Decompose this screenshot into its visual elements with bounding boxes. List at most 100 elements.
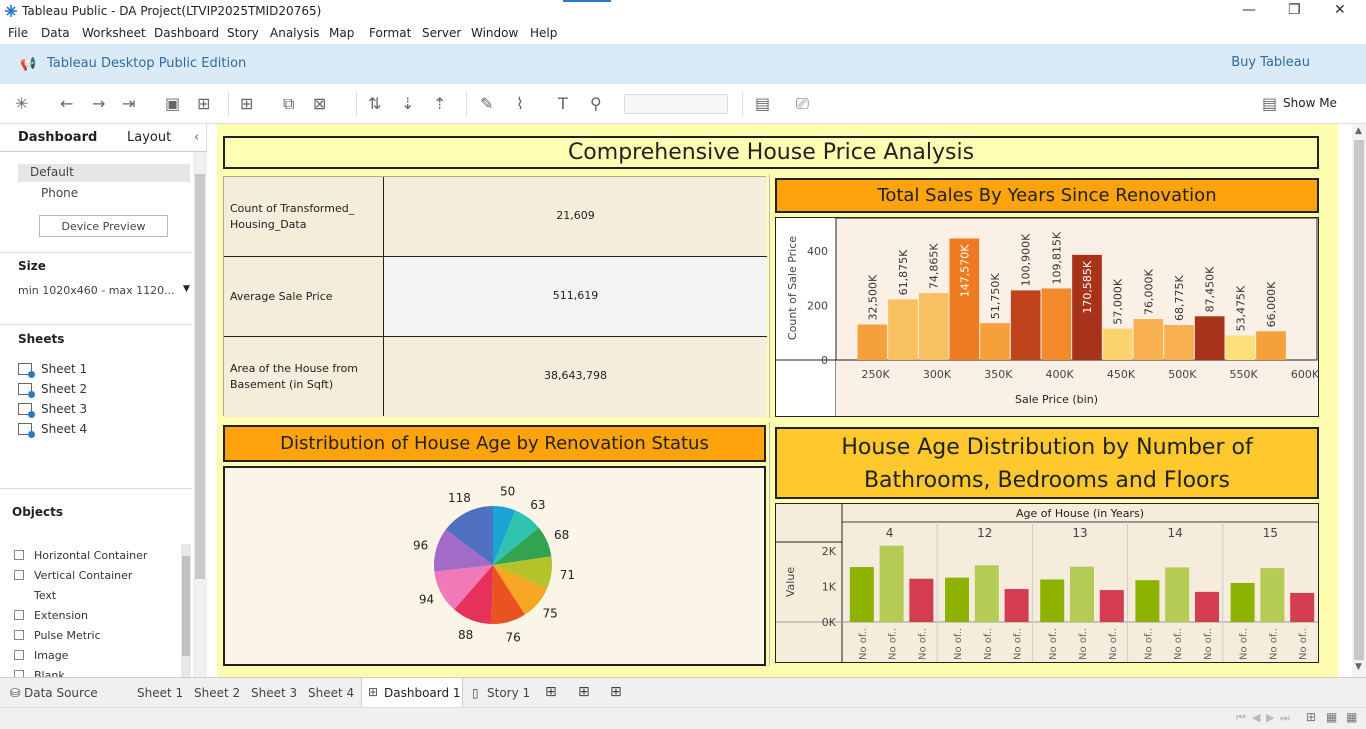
object-pulse-metric[interactable]: Pulse Metric — [14, 629, 101, 642]
x-axis-label: Sale Price (bin) — [1015, 393, 1098, 406]
tab-dashboard-1-active[interactable]: ⊞ Dashboard 1 — [361, 678, 463, 708]
x-tick-label: 450K — [1107, 368, 1136, 381]
bar-data-label: 57,000K — [1112, 278, 1125, 324]
tab-sheet-2[interactable]: Sheet 2 — [194, 686, 240, 700]
sale-price-bar-chart[interactable]: 0 200 400 Count of Sale Price 32,500K 61,875K… — [776, 218, 1318, 416]
sort-desc-icon[interactable]: ⇡ — [433, 94, 446, 113]
tab-dashboard[interactable]: Dashboard — [18, 130, 97, 145]
objects-scroll-thumb[interactable] — [182, 556, 190, 656]
nav-prev-icon[interactable]: ◀ — [1252, 711, 1260, 724]
tabs-view-icon[interactable]: ▦ — [1346, 710, 1357, 724]
presentation-icon[interactable]: ⎚ — [796, 94, 809, 114]
divider — [0, 324, 192, 325]
label-icon[interactable]: T — [558, 94, 568, 113]
grouped-bar — [909, 578, 934, 622]
buy-tableau-link[interactable]: Buy Tableau — [1231, 55, 1310, 70]
undo-icon[interactable]: ← — [60, 94, 73, 113]
menu-analysis[interactable]: Analysis — [270, 26, 319, 40]
minimize-icon[interactable]: — — [1242, 2, 1256, 18]
menu-server[interactable]: Server — [422, 26, 461, 40]
highlight-icon[interactable]: ✎ — [480, 94, 493, 113]
object-extension[interactable]: Extension — [14, 609, 88, 622]
show-me-icon[interactable]: ▤ — [1262, 94, 1277, 113]
bar-data-label: 68,775K — [1173, 275, 1186, 321]
object-text[interactable]: Text — [14, 589, 56, 602]
sheet-label: Sheet 3 — [41, 402, 88, 416]
house-age-grouped-bar-chart[interactable]: Age of House (in Years) Value 0K 1K 2K 4 No of… — [776, 504, 1318, 662]
new-worksheet-tab-icon[interactable]: ⊞ — [545, 684, 557, 700]
pie-chart-title: Distribution of House Age by Renovation … — [223, 425, 766, 462]
tableau-home-icon[interactable]: ✳ — [15, 94, 28, 113]
menu-dashboard[interactable]: Dashboard — [154, 26, 219, 40]
tab-sheet-1[interactable]: Sheet 1 — [137, 686, 183, 700]
duplicate-icon[interactable]: ⧉ — [283, 94, 294, 114]
fit-dropdown[interactable] — [624, 94, 728, 114]
pane-tabs: Dashboard Layout ‹ — [0, 124, 207, 152]
swap-icon[interactable]: ⇅ — [368, 94, 381, 113]
tab-data-source[interactable]: Data Source — [24, 686, 98, 700]
pie-slice-label: 118 — [448, 491, 471, 505]
device-preview-button[interactable]: Device Preview — [39, 215, 168, 237]
size-dropdown[interactable]: min 1020x460 - max 1120... — [18, 284, 175, 297]
object-image[interactable]: Image — [14, 649, 68, 662]
scroll-up-icon[interactable]: ▲ — [1355, 126, 1362, 136]
menu-help[interactable]: Help — [530, 26, 557, 40]
filmstrip-icon[interactable]: ▦ — [1326, 710, 1337, 724]
sheet-item-3[interactable]: Sheet 3 — [18, 402, 88, 418]
menu-file[interactable]: File — [8, 26, 28, 40]
vertical-container-icon — [14, 570, 24, 580]
object-vertical-container[interactable]: Vertical Container — [14, 569, 132, 582]
object-label: Pulse Metric — [34, 629, 101, 642]
bar-category-label: No of.. — [1108, 628, 1119, 660]
group-icon[interactable]: ⌇ — [516, 94, 524, 113]
tab-sheet-3[interactable]: Sheet 3 — [251, 686, 297, 700]
save-icon[interactable]: ▣ — [165, 94, 180, 113]
tab-story-1[interactable]: Story 1 — [487, 686, 530, 700]
object-horizontal-container[interactable]: Horizontal Container — [14, 549, 147, 562]
tab-layout[interactable]: Layout — [127, 130, 171, 145]
nav-first-icon[interactable]: ⏮ — [1236, 711, 1246, 725]
menu-worksheet[interactable]: Worksheet — [82, 26, 146, 40]
card-icon[interactable]: ▤ — [755, 94, 770, 113]
menu-story[interactable]: Story — [227, 26, 259, 40]
menu-window[interactable]: Window — [471, 26, 518, 40]
pin-icon[interactable]: ⚲ — [590, 94, 602, 113]
grid-view-icon[interactable]: ⊞ — [1306, 710, 1316, 724]
scroll-down-icon[interactable]: ▼ — [1355, 662, 1362, 672]
pie-slice-label: 71 — [560, 568, 575, 582]
menu-format[interactable]: Format — [369, 26, 411, 40]
nav-next-icon[interactable]: ▶ — [1266, 711, 1274, 724]
show-me-button[interactable]: Show Me — [1283, 96, 1337, 110]
bar-category-label: No of.. — [858, 628, 869, 660]
redo-icon[interactable]: → — [92, 94, 105, 113]
sort-asc-icon[interactable]: ⇣ — [401, 94, 414, 113]
image-icon — [14, 650, 24, 660]
collapse-icon[interactable]: ‹ — [194, 130, 199, 145]
canvas-scroll-thumb[interactable] — [1354, 140, 1364, 660]
close-icon[interactable]: ✕ — [1334, 2, 1346, 18]
new-story-tab-icon[interactable]: ⊞ — [610, 684, 622, 700]
container-divider — [769, 174, 770, 418]
sheet-item-4[interactable]: Sheet 4 — [18, 422, 87, 438]
nav-last-icon[interactable]: ⏭ — [1280, 711, 1290, 725]
menu-map[interactable]: Map — [329, 26, 354, 40]
new-worksheet-icon[interactable]: ⊞ — [240, 94, 253, 113]
new-dashboard-tab-icon[interactable]: ⊞ — [578, 684, 590, 700]
new-datasource-icon[interactable]: ⊞ — [197, 94, 210, 113]
device-default[interactable]: Default — [18, 164, 190, 182]
canvas-scrollbar[interactable]: ▲ ▼ — [1352, 124, 1366, 677]
pane-scroll-thumb[interactable] — [195, 174, 205, 579]
chevron-down-icon[interactable]: ▼ — [183, 284, 190, 294]
tab-sheet-4[interactable]: Sheet 4 — [308, 686, 354, 700]
restore-icon[interactable]: ❐ — [1288, 2, 1301, 18]
sheet-item-1[interactable]: Sheet 1 — [18, 362, 87, 378]
sheet-item-2[interactable]: Sheet 2 — [18, 382, 87, 398]
clear-sheet-icon[interactable]: ⊠ — [313, 94, 326, 113]
device-phone[interactable]: Phone — [41, 186, 78, 200]
replay-icon[interactable]: ⇥ — [122, 94, 135, 113]
kpi-label: Area of the House from Basement (in Sqft… — [224, 337, 384, 416]
pulse-metric-icon — [14, 630, 24, 640]
house-age-pie-chart[interactable]: 50 63 68 71 75 76 88 94 96 118 — [225, 468, 764, 664]
menu-data[interactable]: Data — [41, 26, 70, 40]
object-blank[interactable]: Blank — [14, 669, 65, 677]
